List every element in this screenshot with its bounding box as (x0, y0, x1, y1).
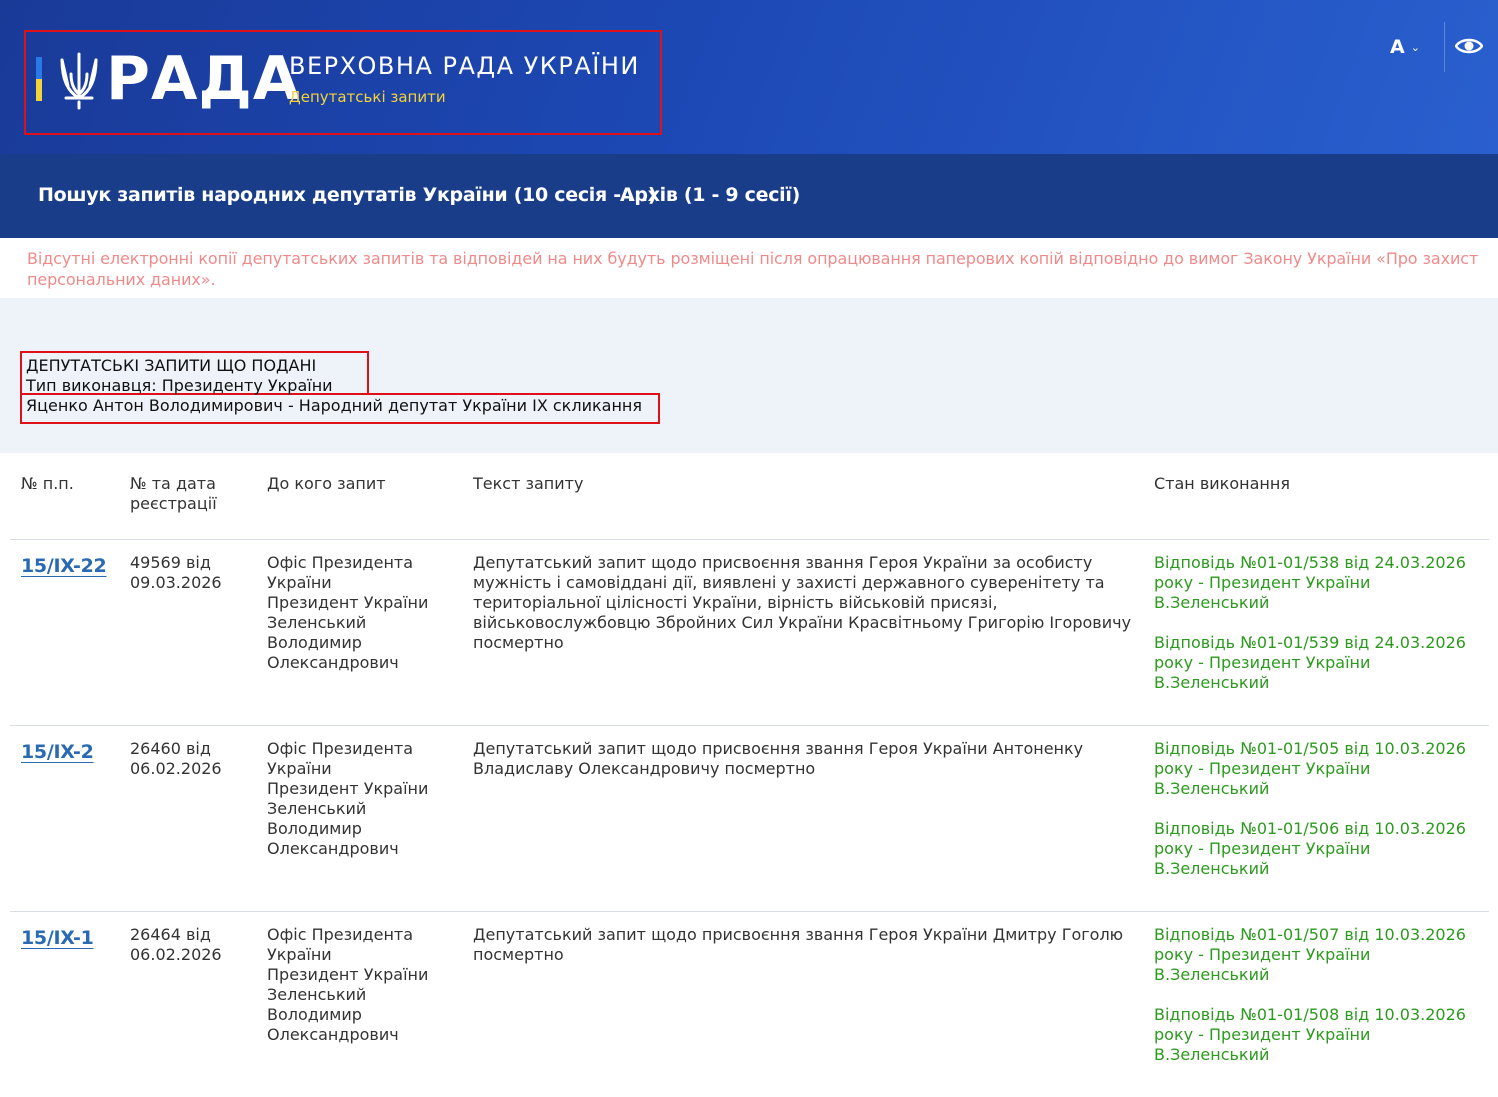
font-size-button[interactable]: A ⌄ (1390, 36, 1420, 58)
col-header-text: Текст запиту (473, 474, 584, 493)
addressee: Офіс Президента України Президент Україн… (267, 925, 457, 1045)
answer-line: року - Президент України (1154, 1025, 1371, 1044)
answer-line: року - Президент України (1154, 759, 1371, 778)
answer-entry: Відповідь №01-01/539 від 24.03.2026 року… (1154, 633, 1484, 693)
nav-item-archive[interactable]: Архів (1 - 9 сесії) (620, 184, 800, 206)
registration-day: 09.03.2026 (130, 573, 222, 592)
answer-line: В.Зеленський (1154, 965, 1270, 984)
site-header: РАДА ВЕРХОВНА РАДА УКРАЇНИ Депутатські з… (0, 0, 1498, 154)
answer-line: Відповідь №01-01/506 від 10.03.2026 (1154, 819, 1466, 838)
eye-icon[interactable] (1455, 36, 1483, 56)
addressee: Офіс Президента України Президент Україн… (267, 739, 457, 859)
site-title: ВЕРХОВНА РАДА УКРАЇНИ (289, 52, 640, 80)
addressee-line: України (267, 759, 332, 778)
registration-number: 49569 від (130, 553, 211, 572)
addressee-line: Володимир (267, 819, 362, 838)
col-header-date-line2: реєстрації (130, 494, 217, 513)
font-size-label: A (1390, 36, 1405, 58)
answer-entry: Відповідь №01-01/508 від 10.03.2026 року… (1154, 1005, 1484, 1065)
answer-line: року - Президент України (1154, 945, 1371, 964)
registration-date: 26460 від 06.02.2026 (130, 739, 260, 779)
addressee-line: Зеленський (267, 985, 367, 1004)
col-header-date: № та дата реєстрації (130, 474, 217, 514)
row-divider (10, 539, 1489, 540)
answer-line: Відповідь №01-01/538 від 24.03.2026 (1154, 553, 1466, 572)
answer-line: В.Зеленський (1154, 779, 1270, 798)
registration-number: 26464 від (130, 925, 211, 944)
answer-line: В.Зеленський (1154, 673, 1270, 692)
registration-day: 06.02.2026 (130, 759, 222, 778)
logo-word: РАДА (106, 44, 301, 114)
request-number-link[interactable]: 15/IX-22 (21, 555, 107, 577)
col-header-to: До кого запит (267, 474, 386, 493)
nav-item-search[interactable]: Пошук запитів народних депутатів України… (38, 184, 657, 206)
addressee: Офіс Президента України Президент Україн… (267, 553, 457, 673)
flag-bar-icon (36, 57, 42, 101)
chevron-down-icon: ⌄ (1410, 40, 1420, 54)
request-text: Депутатський запит щодо присвоєння званн… (473, 925, 1124, 964)
request-number-link[interactable]: 15/IX-2 (21, 741, 94, 763)
addressee-line: Президент України (267, 593, 429, 612)
registration-date: 49569 від 09.03.2026 (130, 553, 260, 593)
registration-number: 26460 від (130, 739, 211, 758)
answer-line: року - Президент України (1154, 573, 1371, 592)
answer-line: року - Президент України (1154, 653, 1371, 672)
addressee-line: Зеленський (267, 799, 367, 818)
summary-heading: ДЕПУТАТСЬКІ ЗАПИТИ ЩО ПОДАНІ (26, 356, 317, 375)
row-divider (10, 911, 1489, 912)
col-header-status: Стан виконання (1154, 474, 1290, 493)
addressee-line: України (267, 573, 332, 592)
addressee-line: Олександрович (267, 1025, 399, 1044)
answer-line: Відповідь №01-01/507 від 10.03.2026 (1154, 925, 1466, 944)
row-divider (10, 725, 1489, 726)
answer-line: В.Зеленський (1154, 593, 1270, 612)
answer-line: В.Зеленський (1154, 1045, 1270, 1064)
addressee-line: Зеленський (267, 613, 367, 632)
addressee-line: Олександрович (267, 653, 399, 672)
answer-entry: Відповідь №01-01/506 від 10.03.2026 року… (1154, 819, 1484, 879)
privacy-notice: Відсутні електронні копії депутатських з… (27, 249, 1479, 289)
col-header-num: № п.п. (21, 474, 74, 493)
answer-entry: Відповідь №01-01/505 від 10.03.2026 року… (1154, 739, 1484, 799)
trident-icon (60, 52, 98, 110)
addressee-line: Офіс Президента (267, 925, 414, 944)
main-nav: Пошук запитів народних депутатів України… (0, 154, 1498, 238)
executor-type: Тип виконавця: Президенту України (26, 376, 333, 395)
addressee-line: Володимир (267, 633, 362, 652)
addressee-line: України (267, 945, 332, 964)
addressee-line: Офіс Президента (267, 739, 414, 758)
request-text: Депутатський запит щодо присвоєння званн… (473, 739, 1084, 778)
addressee-line: Президент України (267, 965, 429, 984)
registration-day: 06.02.2026 (130, 945, 222, 964)
answer-line: В.Зеленський (1154, 859, 1270, 878)
query-summary: ДЕПУТАТСЬКІ ЗАПИТИ ЩО ПОДАНІ Тип виконав… (0, 298, 1498, 453)
answer-line: Відповідь №01-01/505 від 10.03.2026 (1154, 739, 1466, 758)
site-logo-link[interactable]: РАДА ВЕРХОВНА РАДА УКРАЇНИ Депутатські з… (24, 30, 662, 135)
request-text: Депутатський запит щодо присвоєння званн… (473, 553, 1132, 652)
answer-line: Відповідь №01-01/539 від 24.03.2026 (1154, 633, 1466, 652)
answer-line: року - Президент України (1154, 839, 1371, 858)
site-subtitle: Депутатські запити (289, 88, 446, 106)
addressee-line: Олександрович (267, 839, 399, 858)
deputy-name: Яценко Антон Володимирович - Народний де… (26, 396, 642, 415)
request-number-link[interactable]: 15/IX-1 (21, 927, 94, 949)
registration-date: 26464 від 06.02.2026 (130, 925, 260, 965)
addressee-line: Президент України (267, 779, 429, 798)
answer-entry: Відповідь №01-01/507 від 10.03.2026 року… (1154, 925, 1484, 985)
addressee-line: Офіс Президента (267, 553, 414, 572)
addressee-line: Володимир (267, 1005, 362, 1024)
answer-entry: Відповідь №01-01/538 від 24.03.2026 року… (1154, 553, 1484, 613)
col-header-date-line1: № та дата (130, 474, 216, 493)
answer-line: Відповідь №01-01/508 від 10.03.2026 (1154, 1005, 1466, 1024)
header-divider (1444, 22, 1445, 72)
